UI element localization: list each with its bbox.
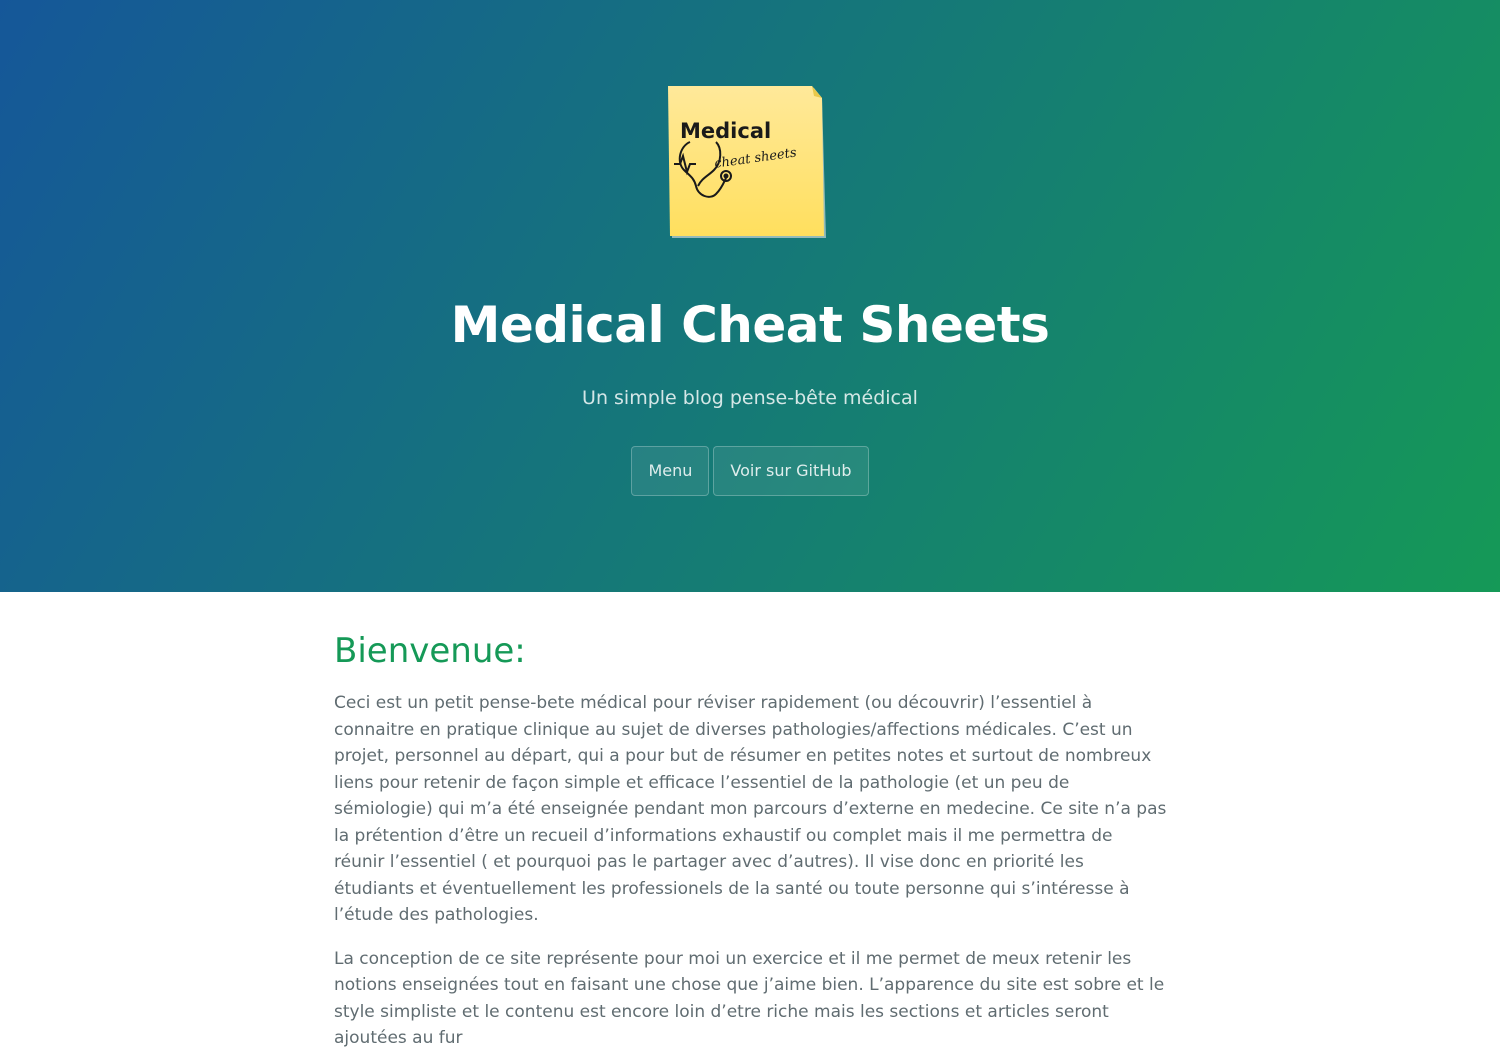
conception-paragraph: La conception de ce site représente pour…: [334, 948, 1165, 1049]
logo-text-main: Medical: [680, 119, 771, 143]
welcome-heading: Bienvenue:: [334, 631, 526, 671]
main-content: Bienvenue: Ceci est un petit pense-bete …: [334, 592, 1168, 1052]
intro-paragraph: Ceci est un petit pense-bete médical pou…: [334, 693, 1167, 925]
site-title: Medical Cheat Sheets: [450, 296, 1050, 354]
site-logo[interactable]: Medical cheat sheets: [666, 86, 828, 240]
header-buttons: Menu Voir sur GitHub: [0, 446, 1500, 496]
view-on-github-button[interactable]: Voir sur GitHub: [713, 446, 869, 496]
sticky-note-logo: Medical cheat sheets: [668, 86, 826, 238]
page-header: Medical cheat sheets Medical Cheat Sheet…: [0, 0, 1500, 592]
site-tagline: Un simple blog pense-bête médical: [582, 387, 918, 409]
menu-button[interactable]: Menu: [631, 446, 710, 496]
